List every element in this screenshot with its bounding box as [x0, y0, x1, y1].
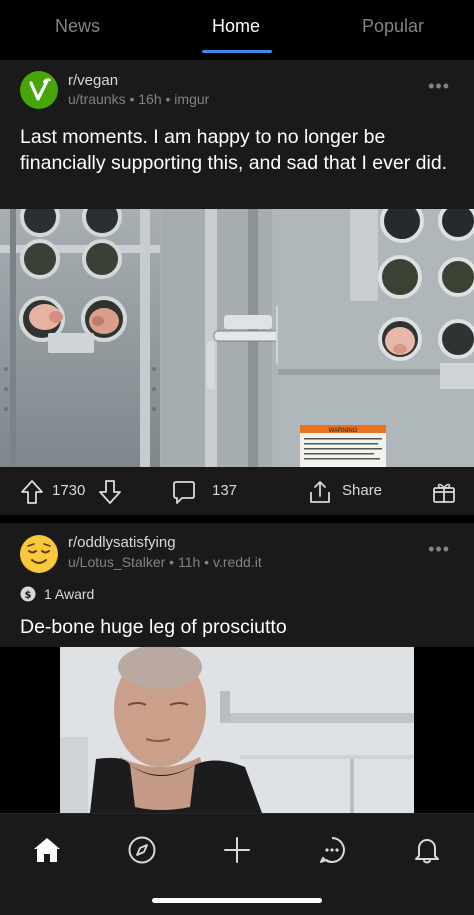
post-video[interactable]: [0, 647, 474, 813]
discover-icon[interactable]: [122, 830, 162, 870]
post-card[interactable]: r/vegan u/traunks • 16h • imgur ••• Last…: [0, 60, 474, 515]
downvote-icon: [99, 480, 121, 504]
subreddit-avatar[interactable]: [20, 535, 58, 573]
downvote-button[interactable]: [98, 479, 122, 505]
post-title[interactable]: Last moments. I am happy to no longer be…: [20, 124, 450, 176]
tab-popular[interactable]: Popular: [362, 16, 424, 37]
vote-count: 1730: [52, 482, 86, 499]
warning-label-text: WARNING: [329, 428, 358, 434]
post-header: r/vegan u/traunks • 16h • imgur •••: [20, 70, 454, 114]
comments-button[interactable]: [171, 479, 197, 505]
comment-icon: [173, 481, 195, 504]
home-indicator: [152, 898, 322, 903]
tab-news[interactable]: News: [55, 16, 100, 37]
gift-icon: [433, 483, 455, 503]
post-actions: 1730 137 Share: [0, 469, 474, 513]
relieved-face-icon: [21, 536, 57, 572]
share-label[interactable]: Share: [342, 482, 382, 499]
give-award-button[interactable]: [431, 479, 457, 505]
video-thumbnail: [60, 647, 414, 813]
vegan-logo-icon: [29, 78, 52, 101]
subreddit-avatar[interactable]: [20, 71, 58, 109]
share-button[interactable]: [307, 479, 333, 505]
svg-text:$: $: [25, 590, 32, 601]
subreddit-name[interactable]: r/vegan: [68, 72, 118, 89]
notifications-icon[interactable]: [407, 830, 447, 870]
home-icon[interactable]: [27, 830, 67, 870]
post-card[interactable]: r/oddlysatisfying u/Lotus_Stalker • 11h …: [0, 523, 474, 813]
subreddit-name[interactable]: r/oddlysatisfying: [68, 534, 176, 551]
comment-count: 137: [212, 482, 238, 499]
tab-home[interactable]: Home: [212, 16, 260, 37]
more-options-icon[interactable]: •••: [428, 76, 450, 97]
active-tab-indicator: [202, 50, 272, 53]
post-meta: u/traunks • 16h • imgur: [68, 91, 210, 107]
create-icon[interactable]: [217, 830, 257, 870]
chat-icon[interactable]: [312, 830, 352, 870]
award-count: 1 Award: [44, 586, 95, 602]
award-badge[interactable]: $ 1 Award: [20, 586, 94, 602]
pig-truck-photo: WARNING: [0, 209, 474, 467]
post-meta: u/Lotus_Stalker • 11h • v.redd.it: [68, 554, 262, 570]
more-options-icon[interactable]: •••: [428, 539, 450, 560]
post-image[interactable]: WARNING: [0, 209, 474, 467]
share-icon: [310, 481, 330, 503]
post-header: r/oddlysatisfying u/Lotus_Stalker • 11h …: [20, 533, 454, 577]
top-navigation: News Home Popular: [0, 0, 474, 56]
upvote-button[interactable]: [20, 479, 44, 505]
award-icon: $: [20, 586, 36, 602]
upvote-icon: [21, 480, 43, 504]
post-title[interactable]: De-bone huge leg of prosciutto: [20, 614, 450, 640]
